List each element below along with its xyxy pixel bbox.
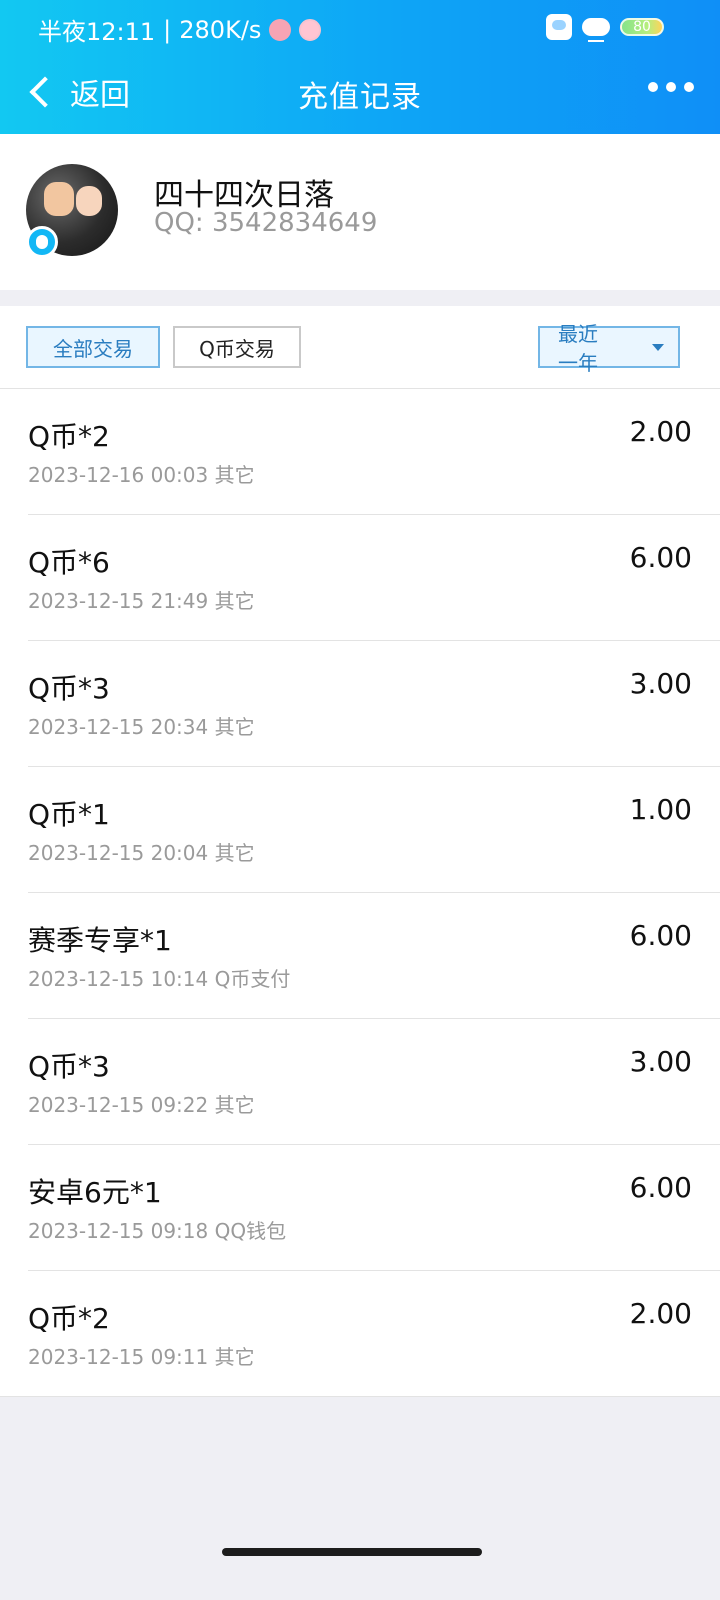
pig-icon xyxy=(299,18,322,41)
range-label: 最近一年 xyxy=(558,322,598,375)
status-right: 80 xyxy=(546,14,664,42)
nav-bar: 返回 充值记录 xyxy=(0,56,720,134)
filter-qcoin-button[interactable]: Q币交易 xyxy=(173,326,301,368)
transaction-datetime: 2023-12-16 00:03 xyxy=(28,463,209,487)
filter-all-label: 全部交易 xyxy=(53,336,133,361)
transaction-amount: 2.00 xyxy=(629,415,692,448)
transaction-name: Q币*2 xyxy=(28,1302,110,1335)
transaction-row[interactable]: Q币*3 3.00 2023-12-15 09:22 其它 xyxy=(0,1019,720,1145)
profile-card: 四十四次日落 QQ: 3542834649 xyxy=(0,134,720,290)
transaction-amount: 2.00 xyxy=(629,1297,692,1330)
range-select[interactable]: 最近一年 xyxy=(538,322,680,375)
transaction-amount: 6.00 xyxy=(629,1171,692,1204)
more-dot-icon xyxy=(648,82,658,92)
transaction-row[interactable]: Q币*1 1.00 2023-12-15 20:04 其它 xyxy=(0,767,720,893)
network-speed: 280K/s xyxy=(179,15,262,44)
transaction-meta: 2023-12-15 21:49 其它 xyxy=(28,585,255,614)
page-title: 充值记录 xyxy=(298,80,422,115)
avatar-face-right xyxy=(76,186,102,216)
transaction-datetime: 2023-12-15 10:14 xyxy=(28,967,209,991)
transaction-amount: 3.00 xyxy=(629,1045,692,1078)
transaction-channel: 其它 xyxy=(214,715,255,739)
transaction-amount: 1.00 xyxy=(629,793,692,826)
qq-number: QQ: 3542834649 xyxy=(154,208,378,238)
transaction-datetime: 2023-12-15 21:49 xyxy=(28,589,209,613)
filter-all-button[interactable]: 全部交易 xyxy=(26,326,160,368)
transaction-channel: 其它 xyxy=(214,841,255,865)
transaction-channel: 其它 xyxy=(214,1093,255,1117)
transaction-meta: 2023-12-15 20:04 其它 xyxy=(28,837,255,866)
transaction-row[interactable]: Q币*6 6.00 2023-12-15 21:49 其它 xyxy=(0,515,720,641)
transaction-channel: 其它 xyxy=(214,463,255,487)
transaction-channel: 其它 xyxy=(214,1345,255,1369)
home-indicator[interactable] xyxy=(222,1548,482,1556)
transaction-name: 赛季专享*1 xyxy=(28,924,172,957)
transaction-amount: 6.00 xyxy=(629,919,692,952)
status-left: 半夜12:11 | 280K/s xyxy=(38,12,322,47)
header: 半夜12:11 | 280K/s 80 返回 充值记录 xyxy=(0,0,720,134)
avatar-face-left xyxy=(44,182,74,216)
transaction-channel: 其它 xyxy=(214,589,255,613)
transaction-datetime: 2023-12-15 09:11 xyxy=(28,1345,209,1369)
transaction-amount: 6.00 xyxy=(629,541,692,574)
notification-bell-icon xyxy=(269,18,292,41)
transaction-datetime: 2023-12-15 09:22 xyxy=(28,1093,209,1117)
weather-cloud-icon xyxy=(582,18,610,42)
transaction-datetime: 2023-12-15 20:34 xyxy=(28,715,209,739)
transaction-row[interactable]: Q币*3 3.00 2023-12-15 20:34 其它 xyxy=(0,641,720,767)
transaction-meta: 2023-12-15 09:11 其它 xyxy=(28,1341,255,1370)
filter-bar: 全部交易 Q币交易 最近一年 xyxy=(0,306,720,388)
battery-level: 80 xyxy=(633,19,651,35)
battery-icon: 80 xyxy=(620,18,664,36)
transaction-name: Q币*3 xyxy=(28,672,110,705)
transaction-name: Q币*1 xyxy=(28,798,110,831)
transaction-name: 安卓6元*1 xyxy=(28,1176,162,1209)
filter-qcoin-label: Q币交易 xyxy=(199,336,275,361)
transaction-row[interactable]: 赛季专享*1 6.00 2023-12-15 10:14 Q币支付 xyxy=(0,893,720,1019)
transaction-meta: 2023-12-15 20:34 其它 xyxy=(28,711,255,740)
unicorn-icon xyxy=(546,14,572,40)
transaction-datetime: 2023-12-15 09:18 xyxy=(28,1219,209,1243)
bottom-area xyxy=(0,1402,720,1600)
caret-down-icon xyxy=(652,343,664,351)
transaction-name: Q币*3 xyxy=(28,1050,110,1083)
transaction-row[interactable]: Q币*2 2.00 2023-12-16 00:03 其它 xyxy=(0,389,720,515)
more-button[interactable] xyxy=(648,82,694,92)
qq-badge-icon xyxy=(26,226,58,258)
transaction-meta: 2023-12-16 00:03 其它 xyxy=(28,459,255,488)
transaction-amount: 3.00 xyxy=(629,667,692,700)
transaction-name: Q币*2 xyxy=(28,420,110,453)
transaction-row[interactable]: 安卓6元*1 6.00 2023-12-15 09:18 QQ钱包 xyxy=(0,1145,720,1271)
transaction-row[interactable]: Q币*2 2.00 2023-12-15 09:11 其它 xyxy=(0,1271,720,1397)
more-dot-icon xyxy=(684,82,694,92)
transaction-channel: Q币支付 xyxy=(214,967,291,991)
transaction-name: Q币*6 xyxy=(28,546,110,579)
transaction-datetime: 2023-12-15 20:04 xyxy=(28,841,209,865)
more-dot-icon xyxy=(666,82,676,92)
transaction-meta: 2023-12-15 10:14 Q币支付 xyxy=(28,963,290,992)
status-time: 半夜12:11 xyxy=(38,18,156,46)
transaction-list: Q币*2 2.00 2023-12-16 00:03 其它 Q币*6 6.00 … xyxy=(0,388,720,1397)
transaction-channel: QQ钱包 xyxy=(214,1219,287,1243)
status-bar: 半夜12:11 | 280K/s 80 xyxy=(0,0,720,56)
transaction-meta: 2023-12-15 09:22 其它 xyxy=(28,1089,255,1118)
transaction-meta: 2023-12-15 09:18 QQ钱包 xyxy=(28,1215,286,1244)
status-separator: | xyxy=(163,15,172,44)
